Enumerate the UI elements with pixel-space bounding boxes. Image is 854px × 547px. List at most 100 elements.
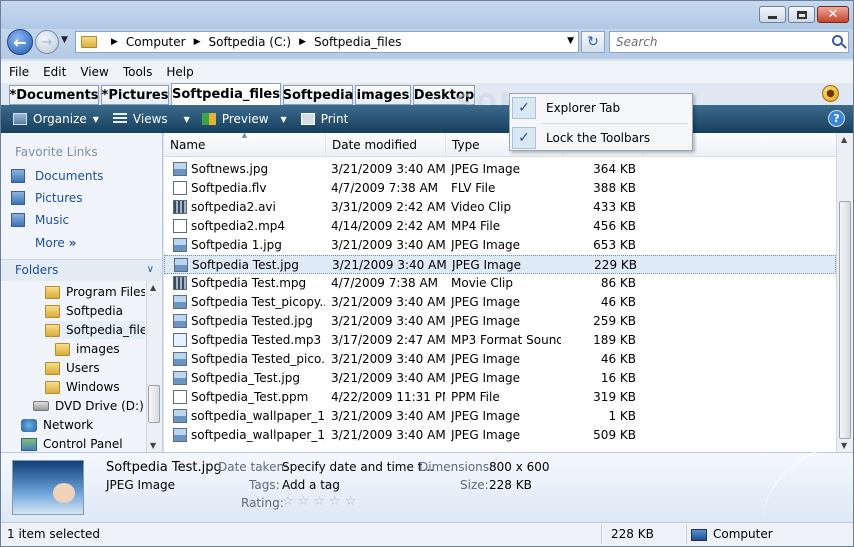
favorite-link-pictures[interactable]: Pictures [11, 191, 83, 205]
file-list-scroll-thumb[interactable] [839, 201, 851, 439]
menu-help[interactable]: Help [166, 65, 193, 79]
tree-scrollbar[interactable]: ▲ ▼ [146, 281, 161, 452]
menu-separator [542, 123, 688, 124]
file-row[interactable]: softpedia_wallpaper_1_... 3/21/2009 3:40 … [164, 407, 836, 426]
help-icon[interactable]: ? [828, 110, 845, 127]
address-bar[interactable]: ▶ Computer ▶ Softpedia (C:) ▶ Softpedia_… [75, 31, 579, 53]
tab-images[interactable]: images [355, 85, 411, 105]
chevron-right-icon[interactable]: ▶ [299, 37, 306, 47]
breadcrumb-drive[interactable]: Softpedia (C:) [209, 35, 292, 49]
file-row[interactable]: Softpedia Test_picopy.... 3/21/2009 3:40 … [164, 293, 836, 312]
address-dropdown-icon[interactable]: ▼ [567, 36, 574, 46]
menu-item-lock-toolbars[interactable]: ✓ Lock the Toolbars [512, 125, 690, 151]
chevron-down-icon: ∨ [146, 264, 154, 275]
tab-options-icon[interactable]: ● [822, 85, 839, 102]
chevron-right-icon[interactable]: ▶ [194, 37, 201, 47]
scroll-up-icon[interactable]: ▲ [150, 283, 156, 292]
tree-item[interactable]: DVD Drive (D:) [33, 397, 144, 415]
generic-file-icon [173, 219, 187, 233]
close-button[interactable]: ✕ [817, 6, 849, 23]
favorite-link-music[interactable]: Music [11, 213, 69, 227]
tree-scroll-thumb[interactable] [148, 385, 160, 423]
tab-pictures[interactable]: *Pictures [101, 85, 169, 105]
star-icon[interactable]: ☆ [345, 494, 357, 509]
file-type: JPEG Image [451, 162, 521, 176]
breadcrumb-folder[interactable]: Softpedia_files [314, 35, 402, 49]
maximize-button[interactable] [788, 6, 815, 23]
tree-item[interactable]: Softpedia [45, 302, 123, 320]
file-list-scrollbar[interactable]: ▲ ▼ [836, 133, 853, 452]
documents-icon [11, 169, 25, 183]
back-button[interactable]: ← [7, 29, 33, 55]
refresh-button[interactable]: ↻ [581, 31, 605, 53]
scroll-down-icon[interactable]: ▼ [841, 441, 847, 450]
tree-item[interactable]: Network [21, 416, 93, 434]
file-row[interactable]: Softpedia Tested.mp3 3/17/2009 2:47 AM MP3… [164, 331, 836, 350]
more-link[interactable]: More » [35, 236, 76, 250]
menu-file[interactable]: File [9, 65, 29, 79]
tags-value[interactable]: Add a tag [282, 478, 340, 492]
tab-documents[interactable]: *Documents [9, 85, 99, 105]
views-button[interactable]: Views ▼ [112, 112, 190, 126]
file-row[interactable]: Softpedia 1.jpg 3/21/2009 3:40 AM JPEG Ima… [164, 236, 836, 255]
file-row[interactable]: Softpedia Tested_pico... 3/21/2009 3:40 A… [164, 350, 836, 369]
tab-softpedia[interactable]: Softpedia [283, 85, 353, 105]
tree-item[interactable]: images [55, 340, 120, 358]
favorite-link-documents[interactable]: Documents [11, 169, 103, 183]
date-taken-label: Date taken: [218, 460, 289, 474]
menu-item-explorer-tab[interactable]: ✓ Explorer Tab [512, 95, 690, 121]
file-name: Softpedia Tested.mp3 [191, 333, 322, 347]
title-bar[interactable]: ✕ [1, 1, 853, 29]
navigation-pane: Favorite Links Documents Pictures Music … [1, 133, 163, 452]
scroll-up-icon[interactable]: ▲ [841, 135, 847, 144]
star-icon[interactable]: ☆ [329, 494, 341, 509]
file-row[interactable]: Softpedia.flv 4/7/2009 7:38 AM FLV File 388… [164, 179, 836, 198]
folders-header[interactable]: Folders ∨ [1, 259, 162, 281]
print-button[interactable]: Print [300, 112, 348, 126]
tree-item[interactable]: Users [45, 359, 100, 377]
chevron-down-icon: ▼ [92, 114, 99, 124]
breadcrumb-computer[interactable]: Computer [126, 35, 186, 49]
status-selection: 1 item selected [7, 527, 101, 541]
file-row[interactable]: Softpedia Tested.jpg 3/21/2009 3:40 AM JPE… [164, 312, 836, 331]
minimize-button[interactable] [759, 6, 786, 23]
tab-softpedia-files[interactable]: Softpedia_files [171, 83, 281, 105]
file-row[interactable]: Softpedia Test.jpg 3/21/2009 3:40 AM JPEG … [164, 255, 836, 274]
search-input[interactable] [610, 32, 820, 52]
file-size: 16 KB [600, 371, 636, 385]
file-row[interactable]: Softpedia Test.mpg 4/7/2009 7:38 AM Movie … [164, 274, 836, 293]
file-row[interactable]: Softpedia_Test.jpg 3/21/2009 3:40 AM JPEG … [164, 369, 836, 388]
back-arrow-icon: ← [13, 32, 27, 52]
star-icon[interactable]: ☆ [313, 494, 325, 509]
search-box[interactable] [609, 31, 849, 53]
file-name: Softnews.jpg [191, 162, 269, 176]
file-row[interactable]: Softnews.jpg 3/21/2009 3:40 AM JPEG Image 3… [164, 160, 836, 179]
search-icon[interactable] [832, 35, 843, 46]
star-icon[interactable]: ☆ [282, 494, 294, 509]
organize-button[interactable]: Organize ▼ [13, 112, 99, 126]
file-row[interactable]: softpedia2.mp4 4/14/2009 2:42 AM MP4 File 4… [164, 217, 836, 236]
date-taken-value[interactable]: Specify date and time t... [282, 460, 434, 474]
scroll-down-icon[interactable]: ▼ [150, 441, 156, 450]
chevron-right-icon[interactable]: ▶ [111, 37, 118, 47]
recent-pages-dropdown[interactable]: ▼ [61, 35, 68, 45]
file-row[interactable]: softpedia_wallpaper_1_... 3/21/2009 3:40 … [164, 426, 836, 445]
tree-item[interactable]: Control Panel [21, 435, 123, 452]
tree-item[interactable]: Softpedia_files [45, 321, 145, 339]
file-row[interactable]: softpedia2.avi 3/31/2009 2:42 AM Video Cli… [164, 198, 836, 217]
printer-icon [300, 113, 315, 125]
column-name[interactable]: ▲ Name [164, 131, 326, 157]
menu-view[interactable]: View [80, 65, 108, 79]
preview-button[interactable]: Preview ▼ [201, 112, 287, 126]
menu-edit[interactable]: Edit [43, 65, 66, 79]
tree-item[interactable]: Windows [45, 378, 120, 396]
folder-icon [45, 323, 60, 337]
column-date-modified[interactable]: Date modified [326, 133, 446, 157]
tree-item[interactable]: Program Files [45, 283, 145, 301]
star-icon[interactable]: ☆ [298, 494, 310, 509]
file-row[interactable]: Softpedia_Test.ppm 4/22/2009 11:31 PM PPM … [164, 388, 836, 407]
file-size: 189 KB [593, 333, 636, 347]
file-name: softpedia2.avi [191, 200, 276, 214]
menu-tools[interactable]: Tools [123, 65, 153, 79]
forward-button[interactable]: → [35, 30, 59, 54]
